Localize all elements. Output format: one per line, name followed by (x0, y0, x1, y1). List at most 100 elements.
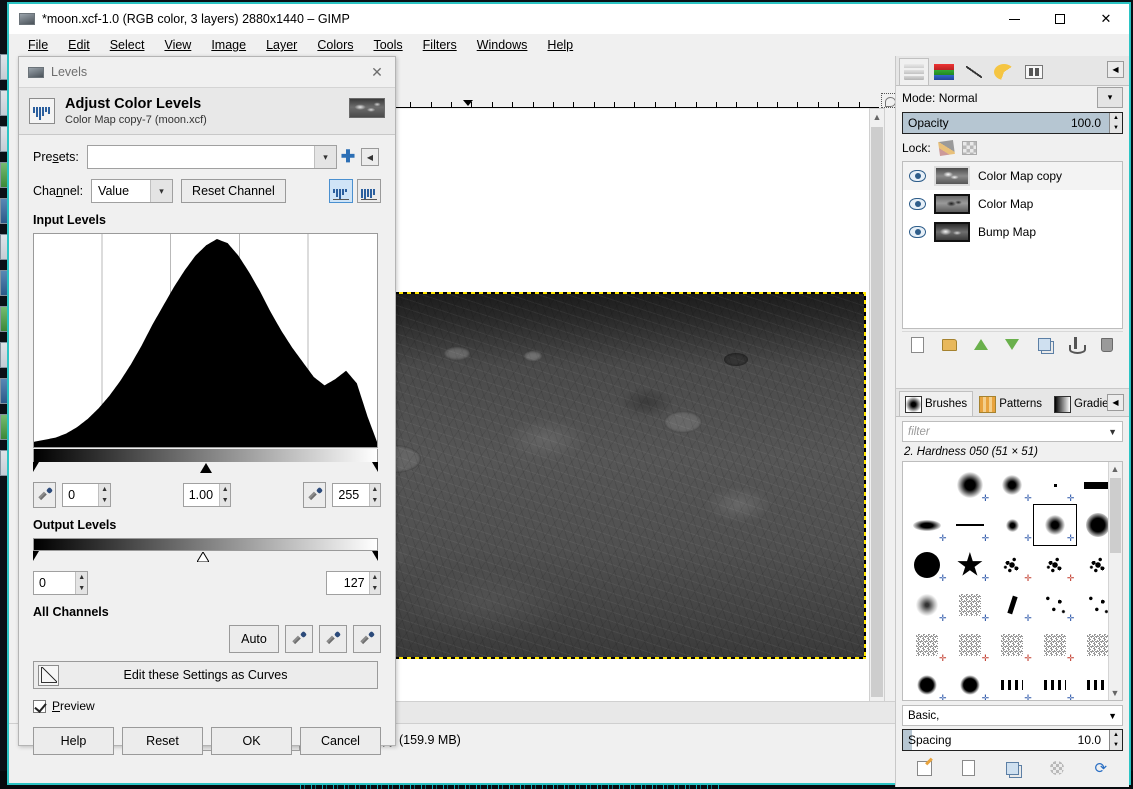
spinner-buttons[interactable]: ▲ ▼ (219, 484, 231, 506)
brush-filter-input[interactable]: filter (908, 426, 930, 438)
menu-view[interactable]: View (155, 36, 200, 54)
brush-tag-row[interactable]: Basic, ▼ (902, 705, 1123, 726)
menu-layer[interactable]: Layer (257, 36, 306, 54)
opacity-slider[interactable]: Opacity 100.0 ▲ ▼ (902, 112, 1123, 134)
brush-cell[interactable]: ✛ (991, 665, 1034, 700)
ok-button[interactable]: OK (211, 727, 292, 755)
spacing-spinner[interactable]: ▲ ▼ (1109, 730, 1122, 750)
auto-button[interactable]: Auto (229, 625, 279, 653)
menu-select[interactable]: Select (101, 36, 154, 54)
input-gamma-spinner[interactable]: 1.00 ▲ ▼ (182, 483, 232, 507)
tab-channels[interactable] (929, 58, 959, 85)
brush-cell[interactable]: ✛ (1034, 585, 1077, 625)
reset-channel-button[interactable]: Reset Channel (181, 179, 286, 203)
cancel-button[interactable]: Cancel (300, 727, 381, 755)
layers-list[interactable]: Color Map copy Color Map Bump Map (902, 161, 1123, 329)
input-level-handles[interactable] (33, 462, 378, 476)
spinner-buttons[interactable]: ▲ ▼ (75, 572, 87, 594)
output-level-handles[interactable] (33, 551, 378, 565)
chevron-down-icon[interactable]: ▼ (1108, 711, 1117, 721)
brush-cell[interactable]: ✛ (991, 625, 1034, 665)
brush-cell[interactable]: ✛ (949, 465, 992, 505)
tab-patterns[interactable]: Patterns (973, 391, 1048, 416)
scroll-thumb[interactable] (1110, 478, 1121, 553)
reset-button[interactable]: Reset (122, 727, 203, 755)
spin-up-icon[interactable]: ▲ (1110, 730, 1122, 740)
histogram-logarithmic-button[interactable] (357, 179, 381, 203)
lock-alpha-icon[interactable] (961, 141, 977, 155)
spin-up-icon[interactable]: ▲ (370, 484, 380, 495)
white-point-handle[interactable] (372, 462, 378, 472)
brush-cell[interactable]: ✛ (1032, 504, 1078, 546)
presets-combo[interactable]: ▾ (86, 145, 337, 169)
spin-up-icon[interactable]: ▲ (370, 572, 380, 583)
brush-cell[interactable]: ✛ (906, 505, 949, 545)
preview-checkbox[interactable] (33, 699, 46, 713)
dock-menu-button[interactable]: ◀ (1107, 61, 1124, 78)
brush-cell[interactable]: ✛ (949, 505, 992, 545)
brush-cell[interactable]: ✛ (949, 545, 992, 585)
minimize-button[interactable] (991, 4, 1037, 34)
delete-layer-button[interactable] (1099, 336, 1116, 353)
brush-cell[interactable]: ✛ (991, 545, 1034, 585)
close-button[interactable]: ✕ (1083, 4, 1129, 34)
spin-down-icon[interactable]: ▼ (76, 583, 87, 594)
new-brush-button[interactable] (960, 760, 977, 777)
spin-down-icon[interactable]: ▼ (370, 495, 380, 506)
output-high-spinner[interactable]: 127 ▲ ▼ (326, 571, 381, 595)
layer-row[interactable]: Color Map (903, 190, 1122, 218)
brush-cell[interactable]: ✛ (949, 625, 992, 665)
brush-cell[interactable]: ✛ (949, 585, 992, 625)
scroll-up-icon[interactable]: ▲ (1110, 464, 1120, 474)
input-low-spinner[interactable]: 0 ▲ ▼ (62, 483, 111, 507)
spinner-buttons[interactable]: ▲ ▼ (98, 484, 110, 506)
brush-grid[interactable]: ✛✛✛✛✛✛✛✛✛✛✛✛✛✛✛✛✛✛✛✛✛✛✛✛✛✛✛✛✛ (903, 462, 1122, 700)
refresh-brushes-button[interactable]: ⟳ (1092, 760, 1109, 777)
channel-combo[interactable]: Value ▾ (91, 179, 174, 203)
menu-filters[interactable]: Filters (414, 36, 466, 54)
brush-cell[interactable]: ✛ (1034, 465, 1077, 505)
spin-up-icon[interactable]: ▲ (1110, 113, 1122, 123)
spin-up-icon[interactable]: ▲ (99, 484, 109, 495)
menu-image[interactable]: Image (202, 36, 255, 54)
spin-up-icon[interactable]: ▲ (220, 484, 230, 495)
duplicate-brush-button[interactable] (1004, 760, 1021, 777)
new-layer-group-button[interactable] (941, 336, 958, 353)
pick-white-all-button[interactable] (353, 625, 381, 653)
lock-pixels-icon[interactable] (937, 140, 955, 156)
menu-file[interactable]: File (19, 36, 57, 54)
spin-down-icon[interactable]: ▼ (1110, 740, 1122, 750)
chevron-down-icon[interactable]: ▾ (314, 146, 336, 168)
maximize-button[interactable] (1037, 4, 1083, 34)
tab-brushes[interactable]: Brushes (899, 391, 974, 416)
output-black-handle[interactable] (33, 551, 39, 561)
menu-tools[interactable]: Tools (364, 36, 411, 54)
layer-visibility-icon[interactable] (909, 170, 926, 182)
tab-paths[interactable] (959, 58, 989, 85)
layer-visibility-icon[interactable] (909, 226, 926, 238)
brush-cell[interactable]: ✛ (991, 505, 1034, 545)
spin-down-icon[interactable]: ▼ (1110, 123, 1122, 133)
output-gamma-handle[interactable] (197, 552, 209, 562)
brush-cell[interactable]: ✛ (949, 665, 992, 700)
tab-layers[interactable] (899, 58, 929, 85)
raise-layer-button[interactable] (972, 336, 989, 353)
menu-colors[interactable]: Colors (308, 36, 362, 54)
anchor-layer-button[interactable] (1067, 336, 1087, 354)
pick-white-point-button[interactable] (303, 482, 327, 508)
pick-gray-all-button[interactable] (319, 625, 347, 653)
brush-filter-row[interactable]: filter ▼ (902, 421, 1123, 442)
spin-down-icon[interactable]: ▼ (99, 495, 109, 506)
spinner-buttons[interactable]: ▲ ▼ (368, 484, 380, 506)
menu-help[interactable]: Help (538, 36, 582, 54)
delete-brush-button[interactable] (1048, 760, 1065, 777)
preview-row[interactable]: Preview (33, 699, 381, 713)
spin-up-icon[interactable]: ▲ (76, 572, 87, 583)
brush-cell[interactable]: ✛ (1034, 665, 1077, 700)
spinner-buttons[interactable]: ▲ ▼ (368, 572, 380, 594)
lower-layer-button[interactable] (1004, 336, 1021, 353)
output-white-handle[interactable] (372, 551, 378, 561)
brush-grid-container[interactable]: ✛✛✛✛✛✛✛✛✛✛✛✛✛✛✛✛✛✛✛✛✛✛✛✛✛✛✛✛✛ ▲ ▼ (902, 461, 1123, 701)
canvas-vertical-scrollbar[interactable]: ▲ ▼ (869, 108, 885, 740)
gamma-handle[interactable] (200, 463, 212, 473)
